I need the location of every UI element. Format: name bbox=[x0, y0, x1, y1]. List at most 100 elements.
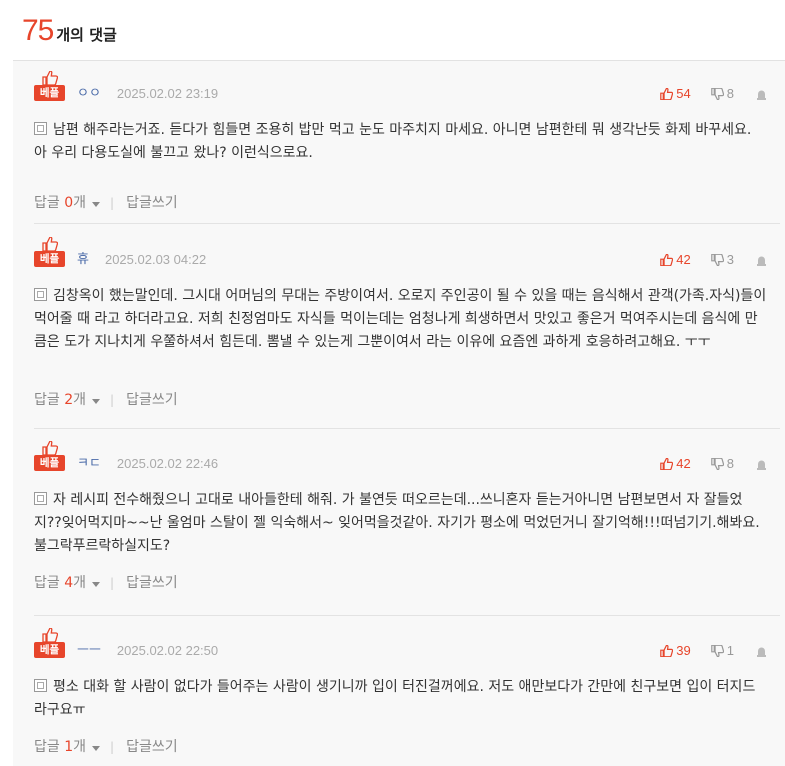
like-button[interactable]: 42 bbox=[660, 456, 691, 472]
like-count: 54 bbox=[676, 86, 691, 101]
comment-body: 남편 해주라는거죠. 듣다가 힘들면 조용히 밥만 먹고 눈도 마주치지 마세요… bbox=[34, 119, 767, 165]
reply-unit: 개 bbox=[73, 575, 87, 591]
comment-count: 75 bbox=[22, 14, 54, 47]
divider: | bbox=[110, 740, 115, 754]
comment-body: 김창옥이 했는말인데. 그시대 어머님의 무대는 주방이여서. 오로지 주인공이… bbox=[34, 285, 767, 354]
like-count: 39 bbox=[676, 643, 691, 658]
comment-count-label: 개의 댓글 bbox=[56, 26, 117, 44]
thumbs-down-icon bbox=[710, 458, 724, 470]
reply-toggle[interactable]: 답글 4개 bbox=[34, 574, 101, 592]
siren-icon bbox=[757, 256, 766, 266]
best-comment-badge: 베플 bbox=[34, 71, 66, 103]
report-button[interactable] bbox=[756, 646, 767, 657]
thumbs-up-icon bbox=[42, 71, 58, 85]
best-label: 베플 bbox=[34, 85, 65, 101]
reply-unit: 개 bbox=[73, 392, 87, 408]
like-count: 42 bbox=[676, 252, 691, 267]
thumbs-up-icon bbox=[660, 254, 674, 266]
document-icon bbox=[34, 492, 47, 505]
like-count: 42 bbox=[676, 456, 691, 471]
comment-item: 베플 ㅇㅇ 2025.02.02 23:19 54 8 남편 해주라는거죠. 듣… bbox=[34, 71, 780, 224]
thumbs-up-icon bbox=[42, 628, 58, 642]
best-label: 베플 bbox=[34, 455, 65, 471]
comments-header: 75 개의 댓글 bbox=[22, 14, 117, 48]
comment-body: 평소 대화 할 사람이 없다가 들어주는 사람이 생기니까 입이 터진걸꺼에요.… bbox=[34, 676, 767, 722]
thumbs-down-icon bbox=[710, 88, 724, 100]
comment-date: 2025.02.03 04:22 bbox=[104, 252, 207, 267]
dislike-button[interactable]: 1 bbox=[710, 643, 734, 659]
comment-date: 2025.02.02 22:46 bbox=[116, 456, 219, 471]
reply-unit: 개 bbox=[73, 739, 87, 755]
thumbs-down-icon bbox=[710, 645, 724, 657]
siren-icon bbox=[757, 647, 766, 657]
best-comment-badge: 베플 bbox=[34, 441, 66, 473]
dislike-count: 3 bbox=[726, 252, 734, 267]
like-button[interactable]: 42 bbox=[660, 252, 691, 268]
reply-label: 답글 bbox=[34, 739, 60, 755]
reply-count: 4 bbox=[64, 575, 74, 591]
comment-author[interactable]: ㅡㅡ bbox=[77, 643, 101, 659]
thumbs-up-icon bbox=[42, 237, 58, 251]
siren-icon bbox=[757, 460, 766, 470]
comment-date: 2025.02.02 22:50 bbox=[116, 643, 219, 658]
document-icon bbox=[34, 122, 47, 135]
comment-author[interactable]: ㅇㅇ bbox=[77, 86, 101, 102]
report-button[interactable] bbox=[756, 255, 767, 266]
divider: | bbox=[110, 576, 115, 590]
thumbs-up-icon bbox=[660, 645, 674, 657]
comment-list: 베플 ㅇㅇ 2025.02.02 23:19 54 8 남편 해주라는거죠. 듣… bbox=[13, 60, 785, 766]
dislike-count: 8 bbox=[726, 86, 734, 101]
write-reply-link[interactable]: 답글쓰기 bbox=[126, 574, 178, 592]
dislike-button[interactable]: 3 bbox=[710, 252, 734, 268]
write-reply-link[interactable]: 답글쓰기 bbox=[126, 738, 178, 756]
dislike-button[interactable]: 8 bbox=[710, 86, 734, 102]
best-comment-badge: 베플 bbox=[34, 628, 66, 660]
document-icon bbox=[34, 288, 47, 301]
comment-item: 베플 ㅡㅡ 2025.02.02 22:50 39 1 평소 대화 할 사람이 … bbox=[34, 628, 767, 766]
reply-count: 2 bbox=[64, 392, 74, 408]
dislike-count: 1 bbox=[726, 643, 734, 658]
siren-icon bbox=[757, 90, 766, 100]
document-icon bbox=[34, 679, 47, 692]
chevron-down-icon bbox=[92, 202, 101, 207]
like-button[interactable]: 54 bbox=[660, 86, 691, 102]
chevron-down-icon bbox=[92, 399, 101, 404]
comment-text: 김창옥이 했는말인데. 그시대 어머님의 무대는 주방이여서. 오로지 주인공이… bbox=[34, 288, 767, 350]
dislike-count: 8 bbox=[726, 456, 734, 471]
reply-label: 답글 bbox=[34, 575, 60, 591]
divider: | bbox=[110, 393, 115, 407]
chevron-down-icon bbox=[92, 746, 101, 751]
report-button[interactable] bbox=[756, 459, 767, 470]
comment-date: 2025.02.02 23:19 bbox=[116, 86, 219, 101]
reply-label: 답글 bbox=[34, 392, 60, 408]
comment-text: 자 레시피 전수해줬으니 고대로 내아들한테 해줘. 가 불연듯 떠오르는데..… bbox=[34, 492, 760, 554]
thumbs-up-icon bbox=[660, 458, 674, 470]
reply-unit: 개 bbox=[73, 195, 87, 211]
report-button[interactable] bbox=[756, 89, 767, 100]
best-label: 베플 bbox=[34, 642, 65, 658]
reply-toggle[interactable]: 답글 1개 bbox=[34, 738, 101, 756]
reply-toggle[interactable]: 답글 0개 bbox=[34, 194, 101, 212]
reply-toggle[interactable]: 답글 2개 bbox=[34, 391, 101, 409]
write-reply-link[interactable]: 답글쓰기 bbox=[126, 391, 178, 409]
comment-text: 평소 대화 할 사람이 없다가 들어주는 사람이 생기니까 입이 터진걸꺼에요.… bbox=[34, 679, 756, 718]
comment-author[interactable]: 휴 bbox=[77, 252, 89, 268]
comment-item: 베플 ㅋㄷ 2025.02.02 22:46 42 8 자 레시피 전수해줬으니… bbox=[34, 441, 780, 616]
comment-item: 베플 휴 2025.02.03 04:22 42 3 김창옥이 했는말인데. 그… bbox=[34, 237, 780, 429]
dislike-button[interactable]: 8 bbox=[710, 456, 734, 472]
divider: | bbox=[110, 196, 115, 210]
reply-label: 답글 bbox=[34, 195, 60, 211]
best-comment-badge: 베플 bbox=[34, 237, 66, 269]
like-button[interactable]: 39 bbox=[660, 643, 691, 659]
comment-author[interactable]: ㅋㄷ bbox=[77, 456, 101, 472]
comment-body: 자 레시피 전수해줬으니 고대로 내아들한테 해줘. 가 불연듯 떠오르는데..… bbox=[34, 489, 767, 558]
reply-count: 1 bbox=[64, 739, 74, 755]
best-label: 베플 bbox=[34, 251, 65, 267]
chevron-down-icon bbox=[92, 582, 101, 587]
reply-count: 0 bbox=[64, 195, 74, 211]
thumbs-up-icon bbox=[660, 88, 674, 100]
write-reply-link[interactable]: 답글쓰기 bbox=[126, 194, 178, 212]
thumbs-up-icon bbox=[42, 441, 58, 455]
comment-text: 남편 해주라는거죠. 듣다가 힘들면 조용히 밥만 먹고 눈도 마주치지 마세요… bbox=[34, 122, 752, 161]
thumbs-down-icon bbox=[710, 254, 724, 266]
